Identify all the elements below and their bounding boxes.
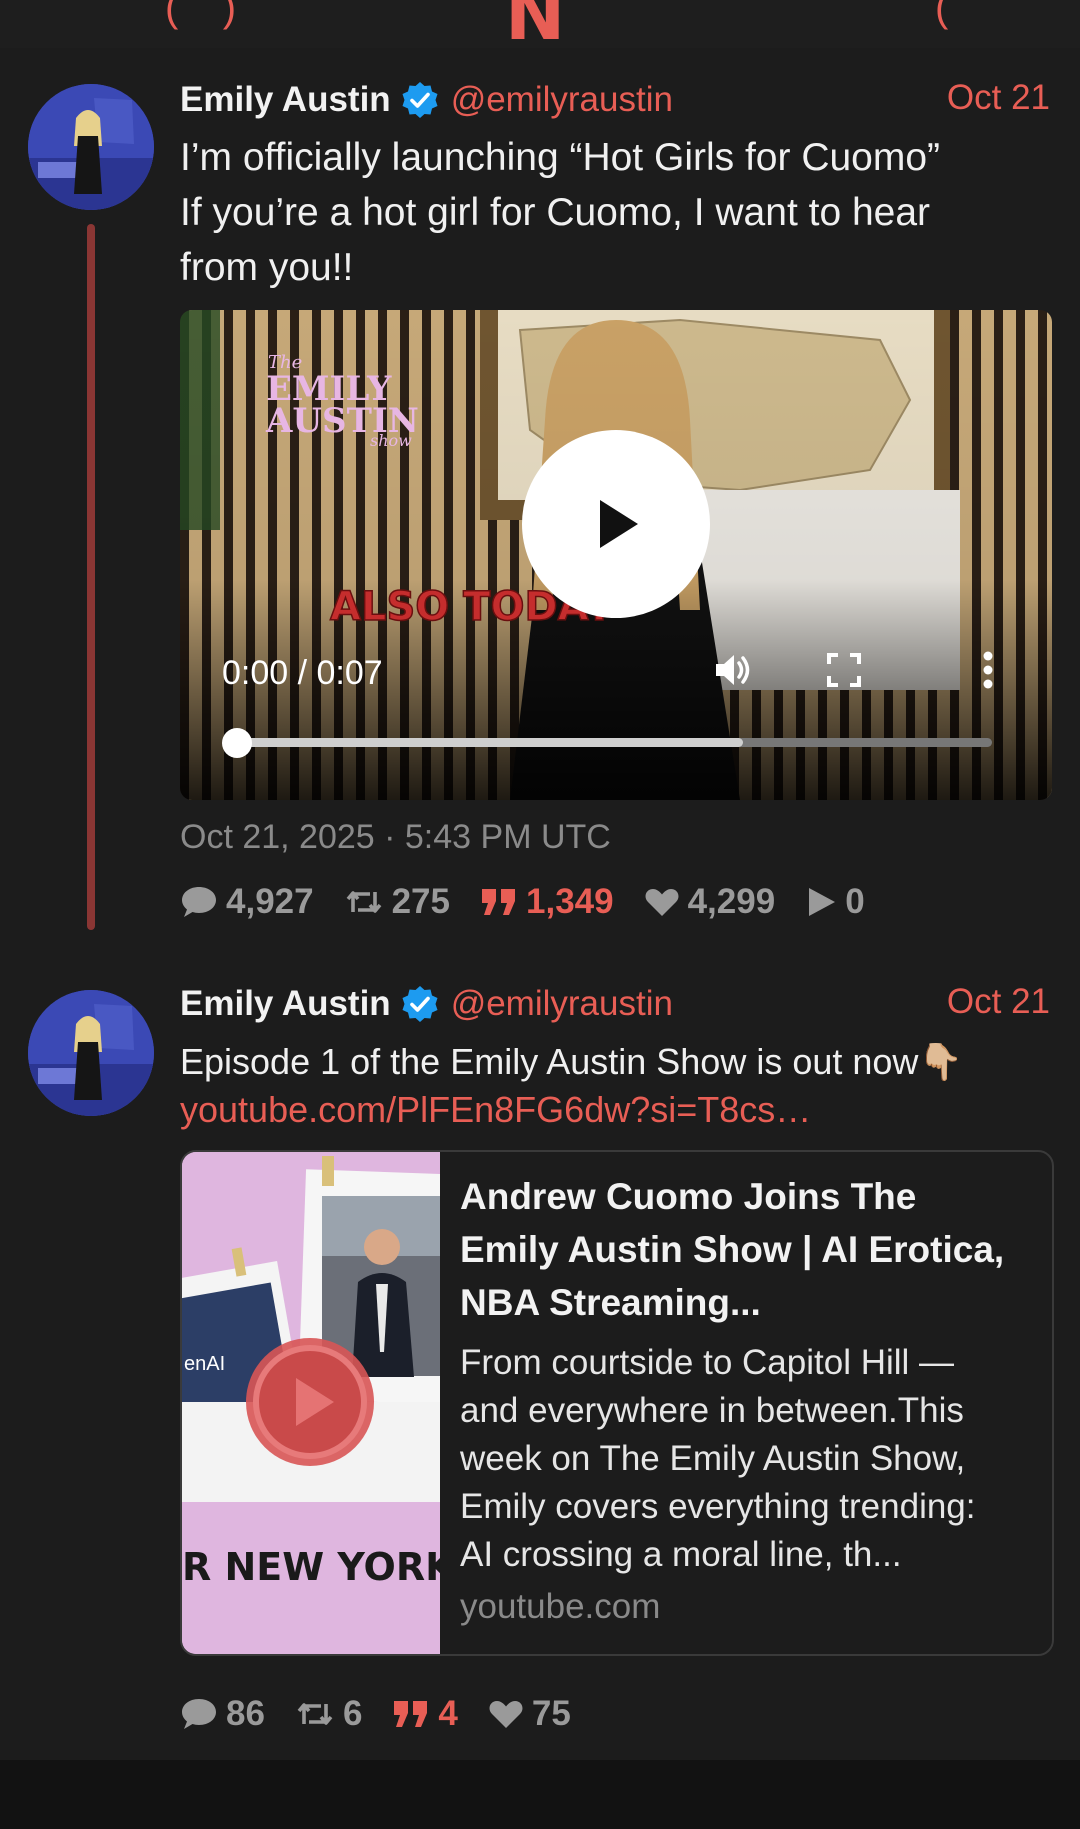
video-player[interactable]: ALSO TODAY The EMILY AUSTIN show 0:00 / …	[180, 310, 1052, 800]
retweet-stat[interactable]: 6	[295, 1694, 362, 1734]
card-desc-line: Emily covers everything trending:	[460, 1487, 976, 1526]
top-nav-bar: ( ) N (	[0, 0, 1080, 49]
tweet-text-line: If you’re a hot girl for Cuomo, I want t…	[180, 191, 931, 234]
quote-icon	[482, 889, 515, 915]
comment-icon	[182, 887, 216, 917]
quote-count: 4	[438, 1694, 458, 1733]
card-desc-line: AI crossing a moral line, th...	[460, 1535, 902, 1574]
video-buffer-bar	[238, 738, 744, 747]
reply-stat[interactable]: 86	[180, 1694, 265, 1734]
card-desc-line: From courtside to Capitol Hill —	[460, 1343, 955, 1382]
retweet-stat[interactable]: 275	[344, 882, 450, 922]
author-name[interactable]: Emily Austin	[180, 984, 391, 1024]
like-count: 75	[531, 1694, 571, 1733]
svg-text:show: show	[370, 431, 412, 450]
retweet-count: 6	[342, 1694, 363, 1733]
video-progress-bar[interactable]	[238, 738, 992, 747]
play-views-icon	[809, 888, 836, 916]
heart-icon	[489, 1701, 523, 1728]
volume-icon	[716, 655, 750, 685]
quote-stat[interactable]: 1,349	[480, 882, 614, 922]
video-more-button[interactable]	[964, 646, 1012, 694]
author-row: Emily Austin @emilyraustin	[180, 982, 673, 1026]
like-count: 4,299	[687, 882, 776, 921]
play-icon	[600, 500, 638, 548]
like-stat[interactable]: 4,299	[644, 882, 776, 922]
card-desc-line: and everywhere in between.This	[460, 1391, 964, 1430]
card-title-line: Andrew Cuomo Joins The	[460, 1176, 917, 1217]
retweet-count: 275	[391, 882, 450, 921]
view-count: 0	[845, 882, 865, 921]
quote-stat[interactable]: 4	[392, 1694, 458, 1734]
verified-badge-icon	[401, 81, 439, 119]
author-name[interactable]: Emily Austin	[180, 80, 391, 120]
tweet[interactable]: Emily Austin @emilyraustin Oct 21 I’m of…	[0, 48, 1080, 960]
volume-button[interactable]	[710, 646, 758, 694]
like-stat[interactable]: 75	[488, 1694, 571, 1734]
tweet-text-line: I’m officially launching “Hot Girls for …	[180, 136, 941, 179]
card-body: Andrew Cuomo Joins The Emily Austin Show…	[460, 1170, 1030, 1627]
quote-icon	[394, 1701, 428, 1727]
app-logo[interactable]: N	[505, 0, 565, 48]
fullscreen-button[interactable]	[820, 646, 868, 694]
tweet-stats: 86 6 4 75	[180, 1690, 601, 1738]
tweet-text: I’m officially launching “Hot Girls for …	[180, 130, 1050, 295]
card-thumbnail: enAI R NEW YORK	[182, 1152, 440, 1654]
retweet-icon	[297, 1703, 333, 1725]
avatar[interactable]	[28, 990, 154, 1116]
thumb-small-text: enAI	[184, 1353, 225, 1375]
fullscreen-icon	[827, 653, 861, 687]
tweet-text: Episode 1 of the Emily Austin Show is ou…	[180, 1038, 1050, 1134]
bottom-spacer	[0, 1760, 1080, 1829]
reply-count: 86	[226, 1694, 265, 1733]
play-button[interactable]	[522, 430, 710, 618]
video-scrubber-handle[interactable]	[222, 728, 252, 758]
author-handle[interactable]: @emilyraustin	[451, 984, 673, 1024]
nav-right-icon[interactable]: (	[935, 0, 948, 31]
heart-icon	[645, 889, 679, 916]
tweet-stats: 4,927 275 1,349 4,299 0	[180, 878, 895, 926]
nav-left-icon[interactable]: ( )	[165, 0, 236, 31]
avatar[interactable]	[28, 84, 154, 210]
link-preview-card[interactable]: enAI R NEW YORK Andrew Cuomo Joins The E…	[180, 1150, 1054, 1656]
verified-badge-icon	[401, 985, 439, 1023]
thumb-banner-text: R NEW YORK	[182, 1545, 440, 1589]
tweet-timestamp[interactable]: Oct 21, 2025 · 5:43 PM UTC	[180, 818, 611, 857]
video-time: 0:00 / 0:07	[222, 654, 383, 692]
tweet-text-line: Episode 1 of the Emily Austin Show is ou…	[180, 1041, 964, 1082]
card-description: From courtside to Capitol Hill — and eve…	[460, 1339, 1030, 1579]
author-row: Emily Austin @emilyraustin	[180, 78, 673, 122]
reply-count: 4,927	[226, 882, 314, 921]
tweet-text-line: from you!!	[180, 246, 354, 289]
comment-icon	[182, 1699, 216, 1729]
tweet[interactable]: Emily Austin @emilyraustin Oct 21 Episod…	[0, 960, 1080, 1760]
tweet-date[interactable]: Oct 21	[947, 78, 1050, 118]
author-handle[interactable]: @emilyraustin	[451, 80, 673, 120]
tweet-date[interactable]: Oct 21	[947, 982, 1050, 1022]
card-domain: youtube.com	[460, 1587, 661, 1626]
card-desc-line: week on The Emily Austin Show,	[460, 1439, 966, 1478]
view-stat[interactable]: 0	[805, 882, 865, 922]
quote-count: 1,349	[526, 882, 614, 921]
card-title-line: Emily Austin Show | AI Erotica,	[460, 1229, 1005, 1270]
reply-stat[interactable]: 4,927	[180, 882, 314, 922]
card-title-line: NBA Streaming...	[460, 1282, 761, 1323]
thread-line	[87, 224, 95, 930]
card-title[interactable]: Andrew Cuomo Joins The Emily Austin Show…	[460, 1170, 1030, 1329]
more-vertical-icon	[983, 651, 993, 689]
tweet-link[interactable]: youtube.com/PlFEn8FG6dw?si=T8cs…	[180, 1086, 1050, 1134]
retweet-icon	[346, 891, 381, 913]
